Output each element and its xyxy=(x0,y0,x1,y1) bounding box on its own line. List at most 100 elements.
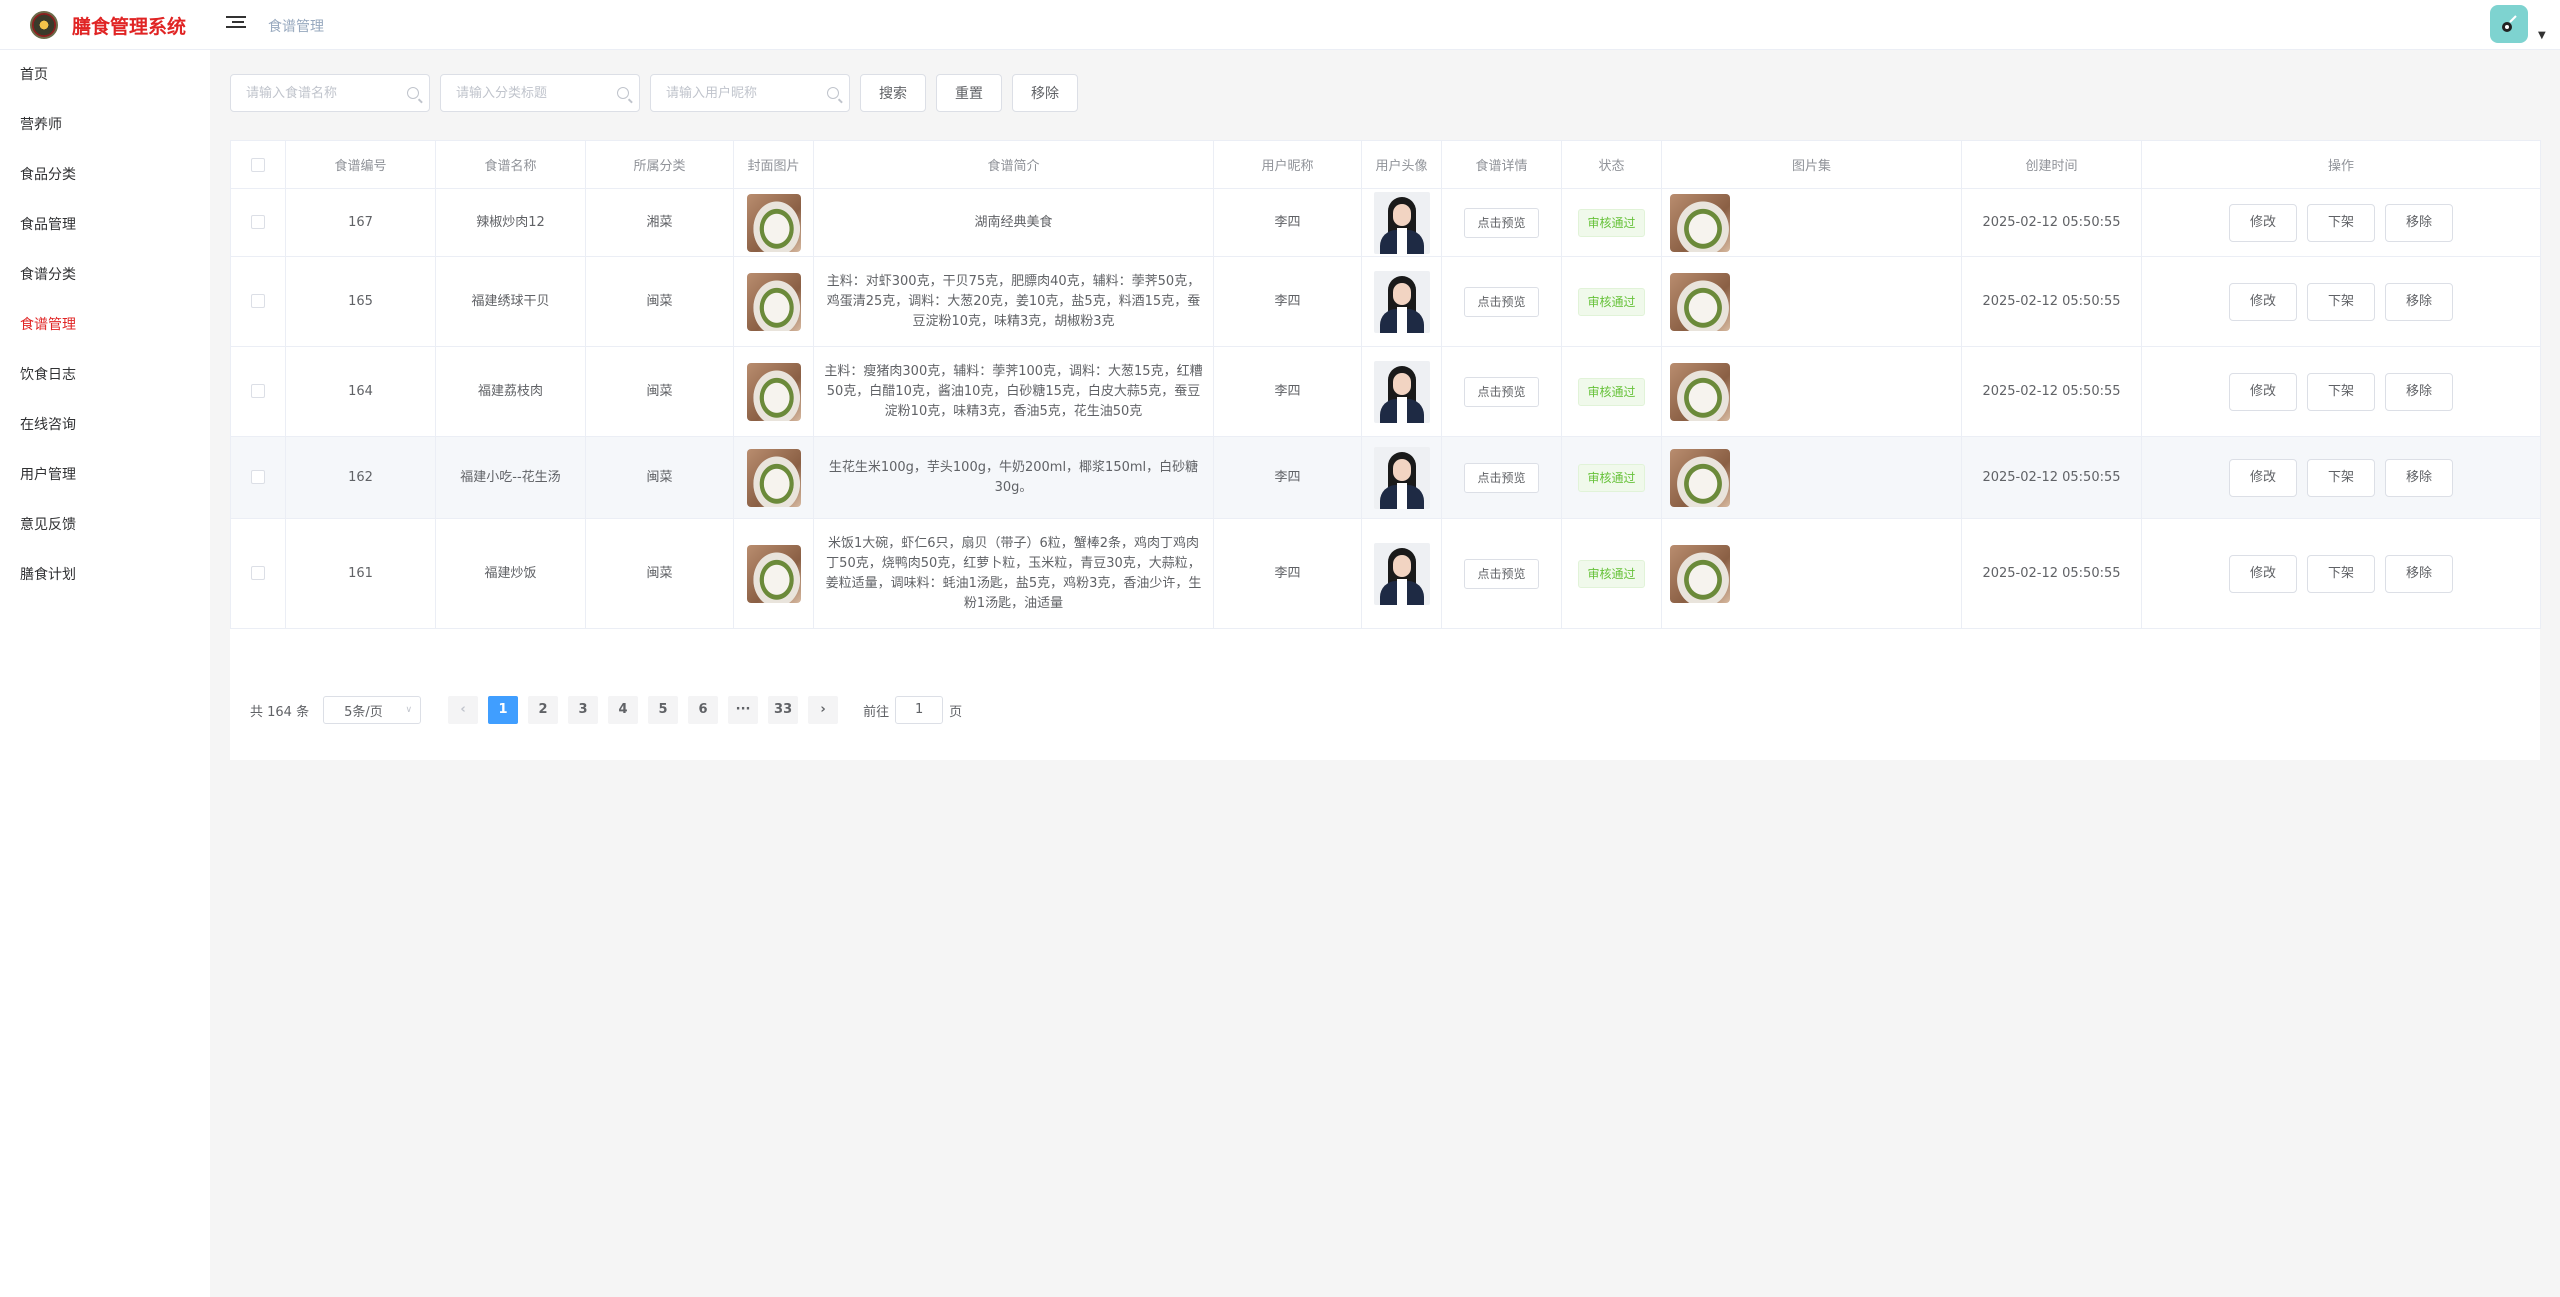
edit-button[interactable]: 修改 xyxy=(2228,282,2297,321)
status-cell: 审核通过 xyxy=(1561,256,1662,347)
unlist-button[interactable]: 下架 xyxy=(2306,282,2375,321)
preview-button[interactable]: 点击预览 xyxy=(1464,376,1539,407)
gallery-image[interactable] xyxy=(1670,544,1730,603)
remove-row-button[interactable]: 移除 xyxy=(2385,458,2454,497)
sidebar-item[interactable]: 食品分类 xyxy=(0,150,210,200)
table-row[interactable]: 164 福建荔枝肉 闽菜 主料：瘦猪肉300克，辅料：荸荠100克，调料：大葱15克，… xyxy=(230,346,2541,437)
sidebar-item[interactable]: 营养师 xyxy=(0,100,210,150)
recipe-table: 食谱编号 食谱名称 所属分类 封面图片 食谱简介 用户昵称 用户头像 食谱详情 状态 图片集 创建时… xyxy=(230,140,2541,629)
page-number-button[interactable]: 3 xyxy=(568,696,599,724)
next-page-button[interactable]: › xyxy=(808,696,839,724)
page-number-button[interactable]: 2 xyxy=(528,696,559,724)
page-number-button[interactable]: 6 xyxy=(688,696,719,724)
table-panel: 食谱编号 食谱名称 所属分类 封面图片 食谱简介 用户昵称 用户头像 食谱详情 状态 图片集 创建时… xyxy=(230,140,2541,760)
sidebar-item[interactable]: 食谱分类 xyxy=(0,250,210,300)
page-number-button[interactable]: 4 xyxy=(608,696,639,724)
recipe-category: 闽菜 xyxy=(585,346,734,437)
recipe-detail-cell: 点击预览 xyxy=(1441,256,1562,347)
preview-button[interactable]: 点击预览 xyxy=(1464,207,1539,238)
user-avatar-image[interactable] xyxy=(1373,542,1430,605)
sidebar-item[interactable]: 饮食日志 xyxy=(0,350,210,400)
user-avatar-image[interactable] xyxy=(1373,360,1430,423)
actions-cell: 修改 下架 移除 xyxy=(2141,256,2541,347)
user-avatar-image[interactable] xyxy=(1373,270,1430,333)
sidebar-item[interactable]: 食品管理 xyxy=(0,200,210,250)
remove-button[interactable]: 移除 xyxy=(1012,74,1078,112)
user-nickname-field[interactable] xyxy=(650,74,850,112)
user-avatar[interactable] xyxy=(2490,5,2528,43)
column-header: 食谱简介 xyxy=(813,140,1214,189)
recipe-name-input[interactable] xyxy=(231,75,429,111)
page-number-button[interactable]: 5 xyxy=(648,696,679,724)
preview-button[interactable]: 点击预览 xyxy=(1464,462,1539,493)
unlist-button[interactable]: 下架 xyxy=(2306,203,2375,242)
table-row[interactable]: 161 福建炒饭 闽菜 米饭1大碗，虾仁6只，扇贝（带子）6粒，蟹棒2条，鸡肉丁鸡肉丁… xyxy=(230,518,2541,629)
row-checkbox[interactable] xyxy=(251,215,265,229)
remove-row-button[interactable]: 移除 xyxy=(2385,372,2454,411)
prev-page-button[interactable]: ‹ xyxy=(448,696,479,724)
user-avatar-image[interactable] xyxy=(1373,191,1430,254)
user-avatar-image[interactable] xyxy=(1373,446,1430,509)
status-badge: 审核通过 xyxy=(1578,559,1645,588)
row-checkbox[interactable] xyxy=(251,566,265,580)
search-button[interactable]: 搜索 xyxy=(860,74,926,112)
sidebar-item[interactable]: 首页 xyxy=(0,50,210,100)
sidebar-item[interactable]: 在线咨询 xyxy=(0,400,210,450)
cover-image[interactable] xyxy=(746,544,801,603)
gallery-cell xyxy=(1661,346,1962,437)
reset-button[interactable]: 重置 xyxy=(936,74,1002,112)
sidebar-item[interactable]: 用户管理 xyxy=(0,450,210,500)
unlist-button[interactable]: 下架 xyxy=(2306,458,2375,497)
gallery-image[interactable] xyxy=(1670,362,1730,421)
cover-image[interactable] xyxy=(746,272,801,331)
remove-row-button[interactable]: 移除 xyxy=(2385,554,2454,593)
edit-button[interactable]: 修改 xyxy=(2228,372,2297,411)
page-numbers: 1 2 3 4 5 6 ··· 33 xyxy=(483,696,803,724)
sidebar-item[interactable]: 膳食计划 xyxy=(0,550,210,600)
chevron-down-icon[interactable]: ▼ xyxy=(2538,30,2546,41)
gallery-image[interactable] xyxy=(1670,272,1730,331)
edit-button[interactable]: 修改 xyxy=(2228,203,2297,242)
category-input[interactable] xyxy=(441,75,639,111)
unlist-button[interactable]: 下架 xyxy=(2306,554,2375,593)
goto-page: 前往 1 页 xyxy=(863,696,962,724)
pagination: 共 164 条 5条/页 ∨ ‹ 1 2 3 4 5 6 ··· 33 › 前往 1 页 xyxy=(250,695,962,725)
table-row[interactable]: 165 福建绣球干贝 闽菜 主料：对虾300克，干贝75克，肥膘肉40克，辅料：荸荠5… xyxy=(230,256,2541,347)
category-field[interactable] xyxy=(440,74,640,112)
breadcrumb[interactable]: 食谱管理 xyxy=(268,16,324,36)
preview-button[interactable]: 点击预览 xyxy=(1464,286,1539,317)
user-nickname-input[interactable] xyxy=(651,75,849,111)
unlist-button[interactable]: 下架 xyxy=(2306,372,2375,411)
status-cell: 审核通过 xyxy=(1561,518,1662,629)
page-number-button[interactable]: 1 xyxy=(488,696,519,724)
gallery-image[interactable] xyxy=(1670,448,1730,507)
remove-row-button[interactable]: 移除 xyxy=(2385,203,2454,242)
recipe-name-field[interactable] xyxy=(230,74,430,112)
select-all-checkbox[interactable] xyxy=(251,157,265,172)
edit-button[interactable]: 修改 xyxy=(2228,554,2297,593)
table-row[interactable]: 167 辣椒炒肉12 湘菜 湖南经典美食 李四 点击预览 审核通过 2025-02-12 05… xyxy=(230,188,2541,257)
row-checkbox[interactable] xyxy=(251,384,265,398)
cover-image[interactable] xyxy=(746,448,801,507)
gallery-image[interactable] xyxy=(1670,193,1730,252)
remove-row-button[interactable]: 移除 xyxy=(2385,282,2454,321)
table-row[interactable]: 162 福建小吃--花生汤 闽菜 生花生米100g，芋头100g，牛奶200ml，椰浆… xyxy=(230,436,2541,519)
page-size-select[interactable]: 5条/页 ∨ xyxy=(323,696,422,724)
menu-toggle-icon[interactable] xyxy=(226,13,246,33)
sidebar-item[interactable]: 意见反馈 xyxy=(0,500,210,550)
user-nickname: 李四 xyxy=(1213,188,1362,257)
goto-page-input[interactable]: 1 xyxy=(895,696,944,724)
page-number-button[interactable]: ··· xyxy=(728,696,759,724)
search-icon xyxy=(827,87,839,99)
row-checkbox[interactable] xyxy=(251,294,265,308)
pagination-total: 共 164 条 xyxy=(250,704,310,720)
cover-image[interactable] xyxy=(746,193,801,252)
cover-image[interactable] xyxy=(746,362,801,421)
sidebar-item[interactable]: 食谱管理 xyxy=(0,300,210,350)
preview-button[interactable]: 点击预览 xyxy=(1464,558,1539,589)
row-checkbox[interactable] xyxy=(251,470,265,484)
search-icon xyxy=(407,87,419,99)
edit-button[interactable]: 修改 xyxy=(2228,458,2297,497)
page-number-button[interactable]: 33 xyxy=(768,696,799,724)
created-time: 2025-02-12 05:50:55 xyxy=(1961,346,2142,437)
